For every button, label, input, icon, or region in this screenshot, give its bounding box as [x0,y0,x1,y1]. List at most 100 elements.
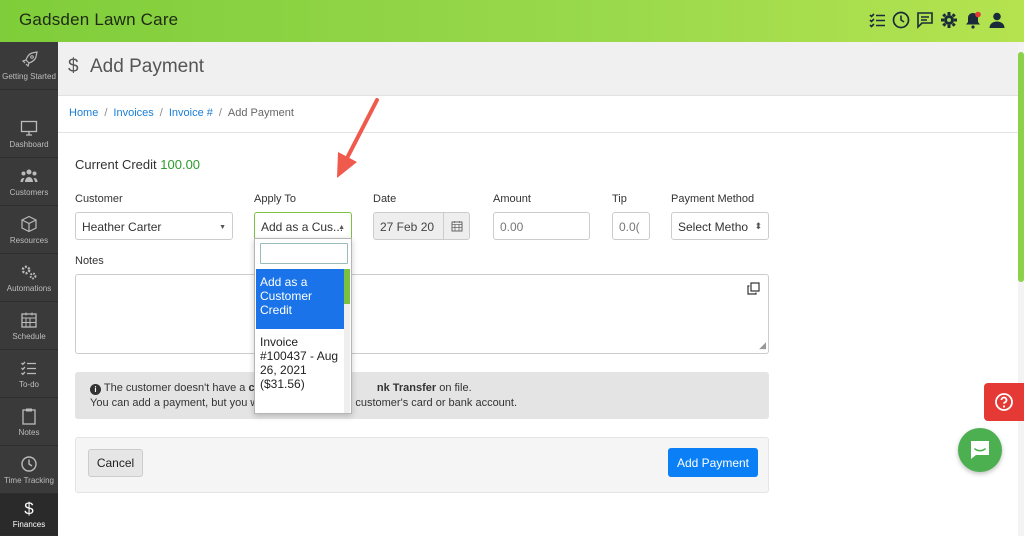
sidebar-item-notes[interactable]: Notes [0,398,58,446]
alert-bold: nk Transfer [376,382,437,394]
cube-icon [21,215,37,232]
tip-label: Tip [612,193,627,205]
notes-textarea[interactable]: ◢ [75,274,769,354]
date-label: Date [373,193,397,205]
dropdown-scrollbar[interactable] [344,269,350,413]
sidebar-item-customers[interactable]: Customers [0,158,58,206]
sidebar-item-getting-started[interactable]: Getting Started [0,42,58,90]
dropdown-scrollbar-thumb[interactable] [344,269,350,304]
bell-icon[interactable] [964,11,982,29]
amount-input[interactable]: 0.00 [493,212,590,240]
top-bar: Gadsden Lawn Care [0,0,1024,42]
todo-icon [21,361,36,375]
sidebar-item-label: Schedule [12,331,46,341]
updown-icon: ⬍ [752,221,762,232]
tip-input-value: 0.0( [619,220,640,234]
sidebar-item-label: Finances [12,520,46,529]
sidebar-item-label: Resources [9,235,49,245]
sidebar-item-resources[interactable]: Resources [0,206,58,254]
notes-label: Notes [75,255,104,267]
sidebar-item-label: Notes [18,427,40,437]
annotation-arrow-icon [337,98,379,178]
calendar-icon [21,312,37,328]
info-alert: i The customer doesn't have a crnk Trans… [75,372,769,419]
payment-method-select[interactable]: Select Metho ⬍ [671,212,769,240]
apply-to-dropdown: Add as a Customer Credit Invoice #100437… [254,238,352,414]
calendar-icon[interactable] [443,213,469,239]
sidebar-item-label: Getting Started [2,71,56,81]
chat-bubble-icon [971,441,989,459]
sidebar-item-dashboard[interactable]: Dashboard [0,110,58,158]
gear-icon[interactable] [940,11,958,29]
sidebar-item-automations[interactable]: Automations [0,254,58,302]
form-actions: Cancel Add Payment [75,437,769,493]
chat-launcher-button[interactable] [958,428,1002,472]
date-input-value: 27 Feb 20 [380,220,435,234]
alert-text: the customer's card or bank account. [333,397,518,409]
alert-text: You can add a payment, but you wi [90,397,261,409]
gears-icon [21,265,37,279]
payment-method-label: Payment Method [671,193,755,205]
page-scrollbar[interactable] [1018,42,1024,536]
breadcrumb-invoices[interactable]: Invoices [113,107,153,119]
breadcrumb-invoice[interactable]: Invoice # [169,107,213,119]
dollar-icon: $ [68,56,79,77]
monitor-icon [20,120,38,136]
page-title: Add Payment [90,56,205,77]
page-scrollbar-thumb[interactable] [1018,52,1024,282]
clipboard-icon [22,408,36,425]
add-payment-button[interactable]: Add Payment [668,448,758,477]
sidebar-item-time-tracking[interactable]: Time Tracking [0,446,58,494]
clock-icon[interactable] [892,11,910,29]
customer-select-value: Heather Carter [82,220,162,234]
alert-line-1: i The customer doesn't have a crnk Trans… [90,381,754,396]
sidebar: Getting Started Dashboard Customers Reso… [0,42,58,536]
dropdown-option-customer-credit[interactable]: Add as a Customer Credit [256,269,345,329]
top-icons [868,11,1006,29]
cancel-button[interactable]: Cancel [88,449,143,477]
breadcrumb-current: Add Payment [227,107,294,119]
sidebar-item-label: Customers [9,187,49,197]
sidebar-item-label: To-do [18,379,39,389]
breadcrumb-home[interactable]: Home [69,107,98,119]
current-credit-value: 100.00 [160,157,201,172]
dropdown-option-invoice[interactable]: Invoice #100437 - Aug 26, 2021 ($31.56) [256,329,345,397]
help-button[interactable] [984,383,1024,421]
dollar-icon: $ [24,499,34,518]
sidebar-item-schedule[interactable]: Schedule [0,302,58,350]
sidebar-item-label: Dashboard [9,139,49,149]
sidebar-item-label: Automations [6,283,52,293]
dropdown-options: Add as a Customer Credit Invoice #100437… [256,269,345,413]
sidebar-item-finances[interactable]: $ Finances [0,494,58,536]
divider [58,132,1018,133]
breadcrumb: Home / Invoices / Invoice # / Add Payment [69,107,294,119]
resize-handle[interactable]: ◢ [759,340,766,351]
chat-icon[interactable] [916,11,934,29]
caret-down-icon: ▼ [219,224,226,231]
customer-select[interactable]: Heather Carter ▼ [75,212,233,240]
app-title: Gadsden Lawn Care [19,10,179,29]
current-credit-label: Current Credit [75,157,157,172]
payment-method-select-value: Select Metho [678,220,749,234]
people-icon [20,169,38,182]
checklist-icon[interactable] [868,11,886,29]
main-content: $ Add Payment Home / Invoices / Invoice # / Ad… [58,42,1018,536]
alert-text: on file. [436,382,472,394]
caret-up-icon: ▲ [338,224,345,231]
user-icon[interactable] [988,11,1006,29]
copy-icon[interactable] [747,282,760,295]
sidebar-item-to-do[interactable]: To-do [0,350,58,398]
date-input[interactable]: 27 Feb 20 [373,212,470,240]
apply-to-select[interactable]: Add as a Cus... ▲ [254,212,352,240]
apply-to-select-value: Add as a Cus... [261,220,344,234]
customer-label: Customer [75,193,123,205]
page-header: $ Add Payment [58,42,1018,96]
tip-input[interactable]: 0.0( [612,212,650,240]
dropdown-search-input[interactable] [260,243,348,264]
rocket-icon [21,50,38,67]
sidebar-item-label: Time Tracking [4,475,54,485]
amount-input-value: 0.00 [500,220,524,234]
info-icon: i [90,384,101,395]
alert-line-2: You can add a payment, but you wirge the… [90,396,754,411]
alert-text: The customer doesn't have a [103,382,249,394]
